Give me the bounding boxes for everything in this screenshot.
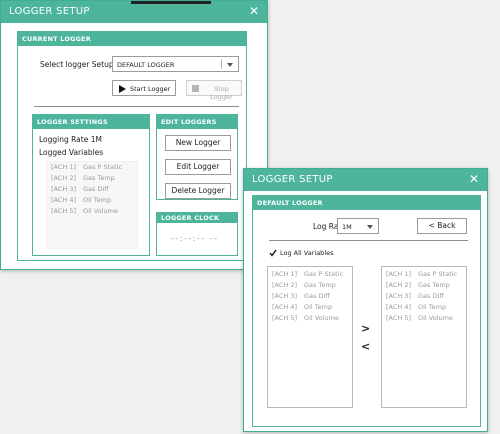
stop-logger-button[interactable]: Stop Logger — [186, 80, 242, 101]
logging-rate-text: Logging Rate 1M — [39, 135, 102, 144]
current-logger-panel: CURRENT LOGGER Select logger Setup DEFAU… — [17, 31, 247, 261]
chevron-down-icon — [227, 63, 233, 67]
variable-code: [ACH 2] — [51, 174, 77, 182]
current-logger-header: CURRENT LOGGER — [18, 32, 246, 46]
logger-clock-time: --:--:-- -- — [171, 234, 219, 243]
edit-logger-button[interactable]: Edit Logger — [165, 159, 231, 175]
variable-name: Gas Diff — [304, 292, 330, 300]
window-title-2: LOGGER SETUP — [252, 174, 333, 185]
move-right-icon[interactable]: > — [361, 322, 370, 335]
variable-code: [ACH 1] — [272, 270, 298, 278]
variable-name: Oil Volume — [304, 314, 339, 322]
back-button[interactable]: < Back — [417, 218, 467, 234]
variable-name: Oil Temp — [83, 196, 112, 204]
variable-name: Gas P Static — [83, 163, 123, 171]
logger-setup-value: DEFAULT LOGGER — [117, 61, 175, 69]
edit-loggers-panel: EDIT LOGGERS New Logger Edit Logger Dele… — [156, 114, 238, 200]
play-icon — [119, 85, 126, 93]
default-logger-header: DEFAULT LOGGER — [253, 196, 480, 210]
logged-variable-item[interactable]: [ACH 3] Gas Diff — [47, 184, 137, 195]
logger-clock-panel: LOGGER CLOCK --:--:-- -- — [156, 212, 238, 256]
close-icon[interactable]: ✕ — [249, 4, 259, 18]
new-logger-button[interactable]: New Logger — [165, 135, 231, 151]
move-left-icon[interactable]: < — [361, 340, 370, 353]
variable-code: [ACH 1] — [386, 270, 412, 278]
variable-code: [ACH 2] — [272, 281, 298, 289]
selected-variable-item[interactable]: [ACH 1] Gas P Static — [382, 269, 466, 280]
dropdown-separator — [221, 59, 222, 69]
variable-name: Gas P Static — [418, 270, 458, 278]
available-variable-item[interactable]: [ACH 4] Oil Temp — [268, 302, 352, 313]
start-logger-button[interactable]: Start Logger — [112, 80, 176, 96]
logged-variables-label: Logged Variables — [39, 148, 104, 157]
start-logger-label: Start Logger — [130, 85, 171, 93]
logger-setup-dropdown[interactable]: DEFAULT LOGGER — [112, 56, 239, 72]
variable-name: Gas Diff — [418, 292, 444, 300]
logger-setup-window-2: LOGGER SETUP ✕ DEFAULT LOGGER Log Rate 1… — [243, 168, 488, 432]
variable-code: [ACH 5] — [272, 314, 298, 322]
log-all-label: Log All Variables — [280, 249, 334, 257]
window-title: LOGGER SETUP — [9, 6, 90, 17]
logged-variable-item[interactable]: [ACH 2] Gas Temp — [47, 173, 137, 184]
variable-code: [ACH 3] — [51, 185, 77, 193]
stop-logger-label: Stop Logger — [210, 85, 233, 101]
title-bar-2[interactable]: LOGGER SETUP ✕ — [244, 169, 487, 191]
log-rate-dropdown[interactable]: 1M — [337, 218, 379, 234]
variable-code: [ACH 4] — [51, 196, 77, 204]
selected-variable-item[interactable]: [ACH 3] Gas Diff — [382, 291, 466, 302]
variable-name: Gas Temp — [83, 174, 115, 182]
camera-notch — [131, 1, 211, 4]
available-variable-item[interactable]: [ACH 5] Oil Volume — [268, 313, 352, 324]
available-variable-item[interactable]: [ACH 3] Gas Diff — [268, 291, 352, 302]
variable-name: Gas P Static — [304, 270, 344, 278]
available-variable-item[interactable]: [ACH 1] Gas P Static — [268, 269, 352, 280]
variable-code: [ACH 4] — [272, 303, 298, 311]
variable-code: [ACH 1] — [51, 163, 77, 171]
logged-variable-item[interactable]: [ACH 4] Oil Temp — [47, 195, 137, 206]
available-variables-list[interactable]: [ACH 1] Gas P Static [ACH 2] Gas Temp [ACH 3… — [267, 266, 353, 408]
stop-icon — [192, 85, 199, 92]
logged-variable-item[interactable]: [ACH 5] Oil Volume — [47, 206, 137, 217]
variable-code: [ACH 5] — [386, 314, 412, 322]
delete-logger-button[interactable]: Delete Logger — [165, 183, 231, 199]
variable-code: [ACH 2] — [386, 281, 412, 289]
variable-name: Gas Temp — [418, 281, 450, 289]
logger-setup-window: LOGGER SETUP ✕ CURRENT LOGGER Select log… — [0, 0, 268, 270]
available-variable-item[interactable]: [ACH 2] Gas Temp — [268, 280, 352, 291]
variable-name: Gas Temp — [304, 281, 336, 289]
chevron-down-icon — [367, 225, 373, 229]
variable-code: [ACH 3] — [386, 292, 412, 300]
variable-code: [ACH 4] — [386, 303, 412, 311]
default-logger-panel: DEFAULT LOGGER Log Rate 1M < Back Log Al… — [252, 195, 481, 427]
logger-settings-header: LOGGER SETTINGS — [33, 115, 149, 129]
logged-variable-item[interactable]: [ACH 1] Gas P Static — [47, 162, 137, 173]
edit-loggers-header: EDIT LOGGERS — [157, 115, 237, 129]
section-divider-2 — [269, 240, 468, 241]
selected-variable-item[interactable]: [ACH 2] Gas Temp — [382, 280, 466, 291]
selected-variable-item[interactable]: [ACH 5] Oil Volume — [382, 313, 466, 324]
variable-code: [ACH 5] — [51, 207, 77, 215]
title-bar[interactable]: LOGGER SETUP ✕ — [1, 1, 267, 23]
logger-settings-panel: LOGGER SETTINGS Logging Rate 1M Logged V… — [32, 114, 150, 256]
checkmark-icon — [269, 249, 277, 257]
close-icon-2[interactable]: ✕ — [469, 172, 479, 186]
logged-variables-list-2[interactable]: [ACH 1] Gas P Static [ACH 2] Gas Temp [ACH 3… — [381, 266, 467, 408]
logger-clock-header: LOGGER CLOCK — [157, 213, 237, 223]
log-rate-value: 1M — [342, 223, 352, 231]
select-logger-label: Select logger Setup — [40, 60, 114, 69]
selected-variable-item[interactable]: [ACH 4] Oil Temp — [382, 302, 466, 313]
variable-name: Oil Volume — [418, 314, 453, 322]
variable-code: [ACH 3] — [272, 292, 298, 300]
variable-name: Oil Temp — [304, 303, 333, 311]
logged-variables-list[interactable]: [ACH 1] Gas P Static [ACH 2] Gas Temp [ACH 3… — [46, 161, 138, 249]
section-divider — [34, 106, 239, 107]
variable-name: Oil Temp — [418, 303, 447, 311]
variable-name: Oil Volume — [83, 207, 118, 215]
variable-name: Gas Diff — [83, 185, 109, 193]
log-all-checkbox[interactable] — [269, 249, 277, 257]
